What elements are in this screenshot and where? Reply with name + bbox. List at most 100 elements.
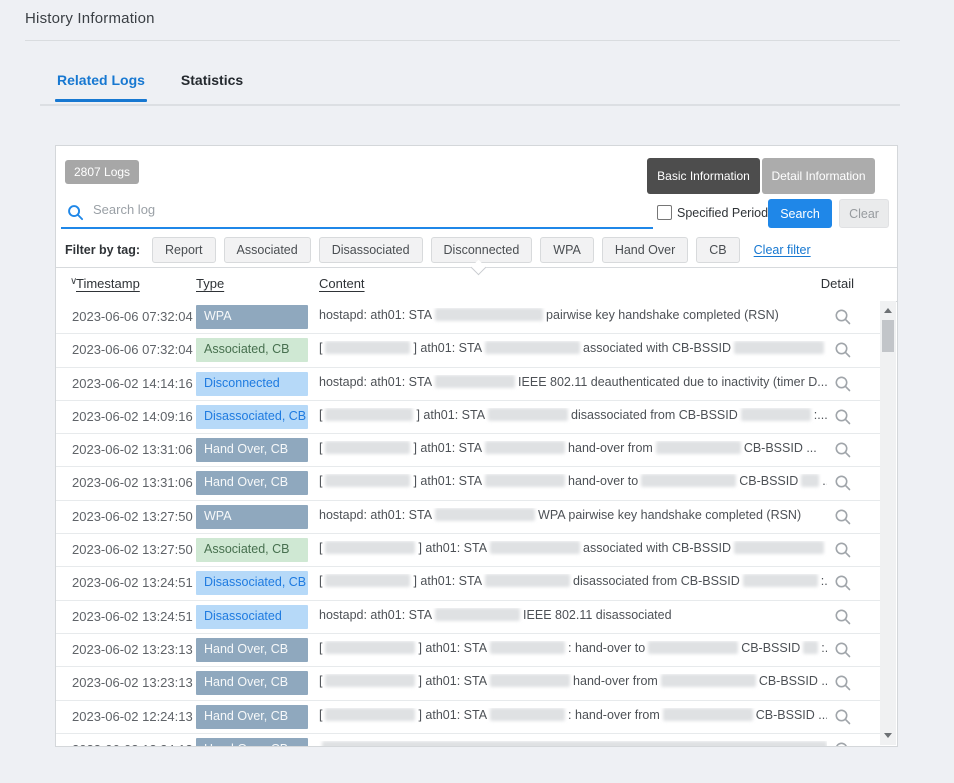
table-row: 2023-06-02 14:09:16Disassociated, CB[] a… xyxy=(56,401,882,434)
row-detail-button[interactable] xyxy=(834,708,852,726)
row-detail-button[interactable] xyxy=(834,441,852,459)
scroll-up-arrow-icon[interactable] xyxy=(884,308,892,313)
redacted-text xyxy=(490,708,565,721)
redacted-text xyxy=(435,308,543,321)
table-row: 2023-06-02 13:23:13Hand Over, CB[] ath01… xyxy=(56,667,882,700)
magnifier-icon xyxy=(834,408,852,426)
redacted-text xyxy=(485,441,565,454)
filter-by-tag-row: Filter by tag: ReportAssociatedDisassoci… xyxy=(65,237,885,263)
table-row: 2023-06-06 07:32:04Associated, CB [] ath0… xyxy=(56,334,882,367)
title-divider xyxy=(25,40,900,41)
row-timestamp: 2023-06-02 14:14:16 xyxy=(72,376,193,391)
row-content: [] ath01: STAhand-over fromCB-BSSID ... xyxy=(319,441,827,461)
magnifier-icon xyxy=(834,474,852,492)
row-type-tag: Associated, CB xyxy=(196,338,308,362)
row-content: [] ath01: STAhand-over toCB-BSSID... xyxy=(319,474,827,494)
row-timestamp: 2023-06-02 12:24:13 xyxy=(72,742,193,747)
row-content: [] ath01: STA: hand-over fromCB-BSSID ..… xyxy=(319,708,827,728)
redacted-text xyxy=(743,574,818,587)
row-detail-button[interactable] xyxy=(834,641,852,659)
row-detail-button[interactable] xyxy=(834,741,852,747)
row-detail-button[interactable] xyxy=(834,341,852,359)
row-content: [] ath01: STAhand-over fromCB-BSSID ... xyxy=(319,674,827,694)
table-row: 2023-06-02 13:24:51Disassociated, CB[] a… xyxy=(56,567,882,600)
basic-information-button[interactable]: Basic Information xyxy=(647,158,760,194)
tab-related-logs[interactable]: Related Logs xyxy=(55,66,147,102)
table-row: 2023-06-02 13:31:06Hand Over, CB [] ath01… xyxy=(56,434,882,467)
magnifier-icon xyxy=(834,508,852,526)
filter-tag-hand-over[interactable]: Hand Over xyxy=(602,237,688,263)
table-row: 2023-06-02 12:24:13Hand Over, CB xyxy=(56,734,882,747)
redacted-text xyxy=(325,441,410,454)
redacted-text xyxy=(741,408,811,421)
magnifier-icon xyxy=(834,541,852,559)
row-content: hostapd: ath01: STAIEEE 802.11 deauthent… xyxy=(319,375,827,395)
row-content: [] ath01: STAassociated with CB-BSSID(..… xyxy=(319,541,827,561)
filter-tag-wpa[interactable]: WPA xyxy=(540,237,594,263)
redacted-text xyxy=(648,641,738,654)
table-row: 2023-06-02 13:27:50Associated, CB [] ath0… xyxy=(56,534,882,567)
row-detail-button[interactable] xyxy=(834,508,852,526)
row-type-tag: Hand Over, CB xyxy=(196,705,308,729)
redacted-text xyxy=(435,608,520,621)
search-button[interactable]: Search xyxy=(768,199,832,228)
filter-tag-report[interactable]: Report xyxy=(152,237,216,263)
column-content[interactable]: Content xyxy=(319,276,365,291)
redacted-text xyxy=(325,674,415,687)
redacted-text xyxy=(734,341,824,354)
row-content: [] ath01: STAdisassociated from CB-BSSID… xyxy=(319,574,827,594)
column-timestamp[interactable]: Timestamp xyxy=(76,276,140,291)
row-timestamp: 2023-06-02 13:27:50 xyxy=(72,542,193,557)
filter-tag-cb[interactable]: CB xyxy=(696,237,739,263)
scroll-down-arrow-icon[interactable] xyxy=(884,733,892,738)
row-content: [] ath01: STA: hand-over toCB-BSSID:... xyxy=(319,641,827,661)
redacted-text xyxy=(661,674,756,687)
row-content: hostapd: ath01: STApairwise key handshak… xyxy=(319,308,827,328)
row-timestamp: 2023-06-06 07:32:04 xyxy=(72,342,193,357)
row-detail-button[interactable] xyxy=(834,408,852,426)
row-timestamp: 2023-06-02 13:31:06 xyxy=(72,442,193,457)
table-row: 2023-06-02 14:14:16Disconnectedhostapd: … xyxy=(56,368,882,401)
redacted-text xyxy=(488,408,568,421)
scrollbar-thumb[interactable] xyxy=(882,320,894,352)
specified-period-checkbox[interactable]: Specified Period xyxy=(657,205,768,220)
row-type-tag: Hand Over, CB xyxy=(196,438,308,462)
row-timestamp: 2023-06-06 07:32:04 xyxy=(72,309,193,324)
redacted-text xyxy=(490,641,565,654)
magnifier-icon xyxy=(834,308,852,326)
magnifier-icon xyxy=(834,375,852,393)
row-detail-button[interactable] xyxy=(834,574,852,592)
row-content xyxy=(319,741,827,747)
redacted-text xyxy=(485,574,570,587)
redacted-text xyxy=(656,441,741,454)
search-icon xyxy=(67,204,84,221)
vertical-scrollbar[interactable] xyxy=(880,301,896,745)
row-detail-button[interactable] xyxy=(834,308,852,326)
redacted-text xyxy=(485,341,580,354)
redacted-text xyxy=(325,541,415,554)
column-type[interactable]: Type xyxy=(196,276,224,291)
row-detail-button[interactable] xyxy=(834,474,852,492)
clear-button[interactable]: Clear xyxy=(839,199,889,228)
magnifier-icon xyxy=(834,641,852,659)
table-row: 2023-06-02 13:24:51Disassociatedhostapd:… xyxy=(56,601,882,634)
detail-information-button[interactable]: Detail Information xyxy=(762,158,875,194)
row-type-tag: Disassociated, CB xyxy=(196,405,308,429)
row-content: [] ath01: STAassociated with CB-BSSID(..… xyxy=(319,341,827,361)
row-timestamp: 2023-06-02 13:23:13 xyxy=(72,675,193,690)
filter-tag-disassociated[interactable]: Disassociated xyxy=(319,237,423,263)
row-content: hostapd: ath01: STAIEEE 802.11 disassoci… xyxy=(319,608,827,628)
filter-tag-disconnected[interactable]: Disconnected xyxy=(431,237,533,263)
checkbox-box[interactable] xyxy=(657,205,672,220)
row-type-tag: Associated, CB xyxy=(196,538,308,562)
search-input[interactable] xyxy=(61,196,653,229)
row-detail-button[interactable] xyxy=(834,608,852,626)
row-detail-button[interactable] xyxy=(834,674,852,692)
tabs-divider xyxy=(40,104,900,106)
row-detail-button[interactable] xyxy=(834,541,852,559)
clear-filter-link[interactable]: Clear filter xyxy=(754,243,811,257)
filter-tag-associated[interactable]: Associated xyxy=(224,237,311,263)
row-timestamp: 2023-06-02 12:24:13 xyxy=(72,709,193,724)
row-detail-button[interactable] xyxy=(834,375,852,393)
tab-statistics[interactable]: Statistics xyxy=(179,66,245,102)
